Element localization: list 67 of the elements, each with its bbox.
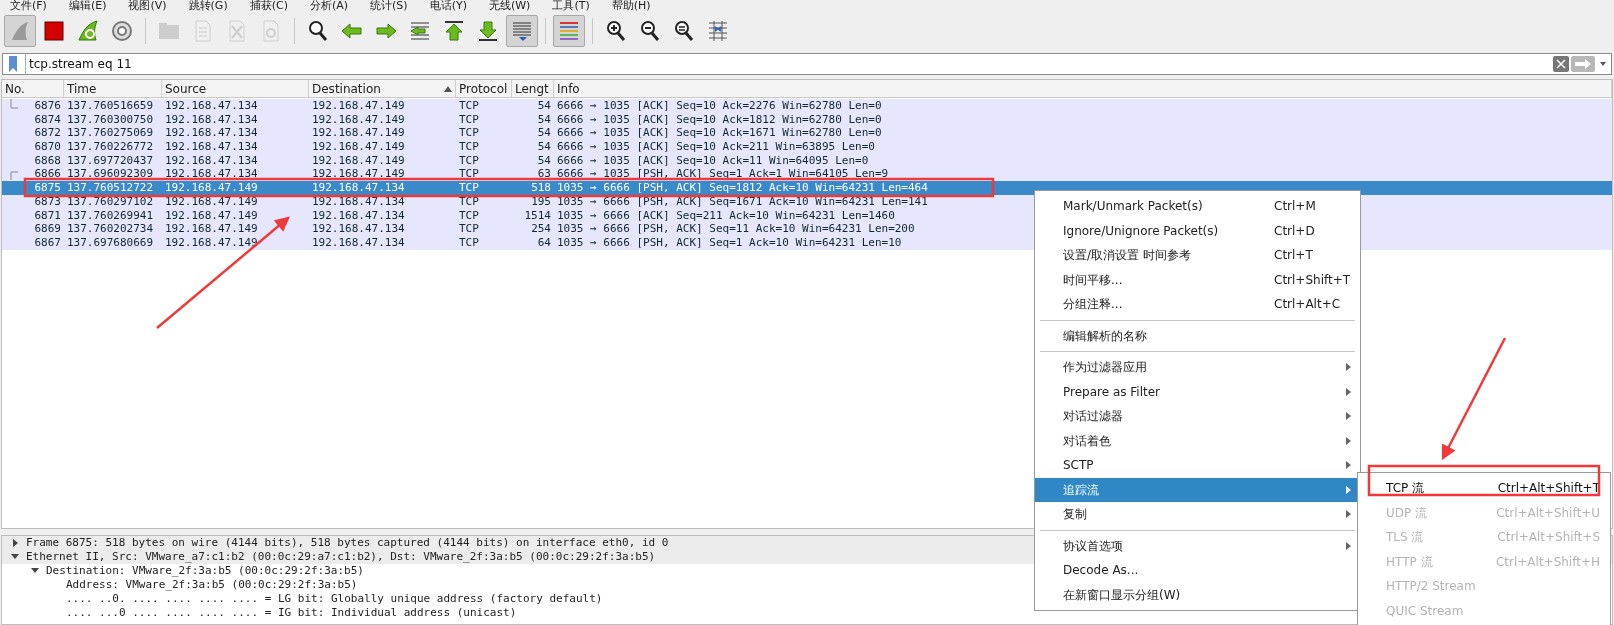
packet-row[interactable]: 6872 137.760275069 192.168.47.134 192.168.47.149 TCP 54 6666 → 1035 [ACK] Seq=10 Ack=1671 Win=62780 Len=0 — [2, 126, 1612, 141]
restart-icon — [76, 19, 100, 43]
expanded-icon[interactable] — [8, 553, 22, 561]
menu-item[interactable]: 分组注释... Ctrl+Alt+C — [1035, 292, 1360, 317]
zoom-in-icon — [604, 19, 628, 43]
gear-icon — [110, 19, 134, 43]
packet-row[interactable]: 6870 137.760226772 192.168.47.134 192.168.47.149 TCP 54 6666 → 1035 [ACK] Seq=10 Ack=211 Win=63895 Len=0 — [2, 140, 1612, 154]
sort-ascending-icon — [444, 85, 452, 92]
menu-item[interactable]: SCTP — [1035, 453, 1360, 478]
menu-item[interactable]: 协议首选项 — [1035, 533, 1360, 558]
packet-row[interactable]: 6876 137.760516659 192.168.47.134 192.168.47.149 TCP 54 6666 → 1035 [ACK] Seq=10 Ack=2276 Win=62780 Len=0 — [2, 99, 1612, 113]
packet-row[interactable]: 6875 137.760512722 192.168.47.149 192.168.47.134 TCP 518 1035 → 6666 [PSH, ACK] Seq=1812 Ack=10 Win=64231 Len=464 — [2, 181, 1612, 195]
conversation-end-icon — [10, 99, 18, 112]
column-header[interactable]: Info — [554, 80, 1612, 97]
search-icon — [306, 19, 330, 43]
submenu-arrow-icon — [1346, 510, 1352, 519]
column-header[interactable]: No. — [2, 80, 64, 97]
menu-item[interactable]: 对话着色 — [1035, 428, 1360, 453]
menu-item[interactable]: 编辑解析的名称 — [1035, 323, 1360, 348]
menu-item[interactable]: TCP 流 Ctrl+Alt+Shift+T — [1358, 476, 1610, 501]
menu-item[interactable]: 追踪流 — [1035, 477, 1360, 502]
submenu-arrow-icon — [1346, 412, 1352, 421]
menu-item[interactable]: 作为过滤器应用 — [1035, 355, 1360, 380]
menu-item[interactable]: Prepare as Filter — [1035, 379, 1360, 404]
jump-to-line-icon — [408, 19, 432, 43]
column-header[interactable]: Protocol — [456, 80, 512, 97]
submenu-arrow-icon — [1346, 485, 1352, 494]
down-arrow-icon — [476, 19, 500, 43]
submenu-arrow-icon — [1346, 436, 1352, 445]
column-header[interactable]: Destination — [309, 80, 456, 97]
menu-bar-item[interactable]: 无线(W) — [488, 0, 531, 12]
menu-item[interactable]: 在新窗口显示分组(W) — [1035, 582, 1360, 607]
right-arrow-icon — [1574, 59, 1592, 69]
column-header[interactable]: Lengt — [512, 80, 554, 97]
menu-bar-item[interactable]: 编辑(E) — [68, 0, 107, 12]
zoom-reset-icon — [672, 19, 696, 43]
submenu-arrow-icon — [1346, 387, 1352, 396]
menu-item[interactable]: Decode As... — [1035, 558, 1360, 583]
lines-icon — [510, 19, 534, 43]
dropdown-icon[interactable] — [1597, 60, 1609, 68]
menu-bar-item[interactable]: 文件(F) — [10, 0, 47, 12]
menu-bar-item[interactable]: 视图(V) — [128, 0, 167, 12]
packet-row[interactable]: 6866 137.696092309 192.168.47.134 192.168.47.149 TCP 63 6666 → 1035 [PSH, ACK] Seq=1 Ack=1 Win=64105 Len=9 — [2, 167, 1612, 182]
menu-item[interactable]: 复制 — [1035, 502, 1360, 527]
close-icon — [1556, 59, 1566, 69]
clear-button[interactable] — [1553, 56, 1569, 72]
filter-field[interactable]: tcp.stream eq 11 — [26, 53, 1553, 75]
menu-bar-item[interactable]: 电话(Y) — [429, 0, 467, 12]
menu-bar-item[interactable]: 捕获(C) — [249, 0, 288, 12]
menu-bar-item[interactable]: 统计(S) — [370, 0, 408, 12]
submenu-arrow-icon — [1346, 363, 1352, 372]
stop-icon — [42, 19, 66, 43]
up-arrow-icon — [442, 19, 466, 43]
menu-bar-item[interactable]: 工具(T) — [552, 0, 590, 12]
menu-item[interactable]: 对话过滤器 — [1035, 404, 1360, 429]
resize-columns-icon — [706, 19, 730, 43]
menu-item[interactable]: 时间平移... Ctrl+Shift+T — [1035, 267, 1360, 292]
column-header[interactable]: Source — [162, 80, 309, 97]
menu-bar-item[interactable]: 帮助(H) — [611, 0, 651, 12]
zoom-out-icon — [638, 19, 662, 43]
expanded-icon[interactable] — [28, 567, 42, 575]
submenu-arrow-icon — [1346, 541, 1352, 550]
menu-bar-item[interactable]: 分析(A) — [309, 0, 349, 12]
colored-lines-icon — [557, 19, 581, 43]
submenu-arrow-icon — [1346, 461, 1352, 470]
column-header[interactable]: Time — [64, 80, 162, 97]
menu-bar-item[interactable]: 跳转(G) — [188, 0, 228, 12]
